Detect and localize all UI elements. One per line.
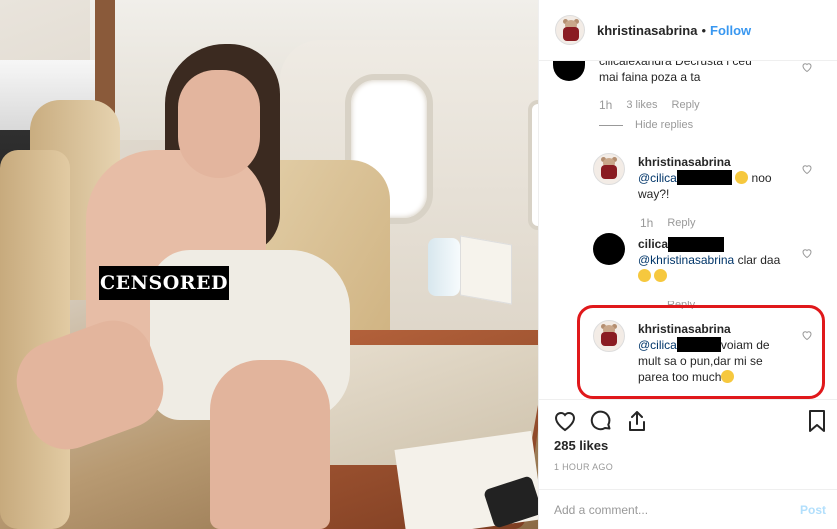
comment-text: cilica @khristinasabrina clar daa	[638, 236, 798, 284]
avatar[interactable]	[555, 15, 585, 45]
post-button[interactable]: Post	[800, 503, 826, 517]
censor-bar: CENSORED	[99, 266, 229, 300]
avatar[interactable]	[593, 233, 625, 265]
photo-bottle	[428, 238, 460, 296]
comments-list[interactable]: cilicalexandra Decrusta i ceu mai faina …	[539, 61, 837, 399]
like-comment-icon[interactable]	[801, 329, 813, 341]
header-username[interactable]: khristinasabrina	[597, 23, 697, 38]
laughing-emoji-icon	[721, 370, 735, 383]
comment-text: khristinasabrina @cilica voiam de mult sa…	[638, 322, 770, 384]
photo-person-leg	[210, 360, 330, 529]
follow-button[interactable]: Follow	[710, 23, 751, 38]
photo-window-2	[528, 100, 538, 230]
heart-icon[interactable]	[553, 409, 577, 433]
avatar[interactable]	[593, 153, 625, 185]
like-comment-icon[interactable]	[801, 247, 813, 259]
instagram-post: CENSORED khristinasabrina • Follow cilic…	[0, 0, 837, 529]
avatar[interactable]	[593, 320, 625, 352]
redaction-bar	[676, 337, 721, 352]
post-side-panel: khristinasabrina • Follow cilicalexandra…	[538, 0, 837, 529]
astonished-emoji-icon	[654, 269, 668, 282]
post-header: khristinasabrina • Follow	[539, 0, 837, 61]
redaction-bar	[668, 237, 725, 252]
comment-mention[interactable]: @khristinasabrina	[638, 253, 734, 267]
hide-replies-line	[599, 124, 623, 126]
hide-replies-button[interactable]: Hide replies	[599, 119, 693, 131]
header-separator: •	[701, 22, 706, 38]
comment-mention[interactable]: @cilica	[638, 338, 677, 352]
comment-time: 1h	[599, 98, 613, 112]
comment-likes[interactable]: 3 likes	[626, 99, 657, 111]
like-comment-icon[interactable]	[801, 163, 813, 175]
grinning-emoji-icon	[735, 171, 749, 184]
comment-mention[interactable]: @cilica	[638, 171, 677, 185]
comment-time: 1h	[640, 216, 654, 230]
share-icon[interactable]	[625, 409, 649, 433]
avatar[interactable]	[553, 61, 585, 81]
comment-username[interactable]: khristinasabrina	[638, 155, 731, 169]
post-actions: 285 likes 1 HOUR AGO	[539, 399, 837, 489]
reply-button[interactable]: Reply	[672, 99, 700, 111]
comment-username[interactable]: khristinasabrina	[638, 322, 731, 336]
heart-eyes-emoji-icon	[638, 269, 651, 282]
comment-input[interactable]: Add a comment...	[554, 503, 648, 517]
comment-icon[interactable]	[589, 409, 613, 433]
comment-meta: 1h Reply	[640, 216, 695, 230]
comment-text: cilicalexandra Decrusta i ceu mai faina …	[599, 61, 752, 84]
post-photo[interactable]: CENSORED	[0, 0, 538, 529]
bookmark-icon[interactable]	[805, 409, 829, 433]
comment-username[interactable]: cilica	[638, 237, 668, 251]
reply-button[interactable]: Reply	[667, 217, 695, 229]
photo-box	[460, 235, 512, 305]
redaction-bar	[676, 170, 732, 185]
add-comment-bar: Add a comment... Post	[539, 489, 837, 529]
photo-person-face	[178, 70, 260, 178]
comment-text: khristinasabrina @cilica noo way?!	[638, 155, 772, 201]
likes-count[interactable]: 285 likes	[554, 438, 608, 453]
like-comment-icon[interactable]	[801, 61, 813, 73]
comment-meta: 1h 3 likes Reply	[599, 98, 700, 112]
post-timestamp[interactable]: 1 HOUR AGO	[554, 462, 613, 472]
